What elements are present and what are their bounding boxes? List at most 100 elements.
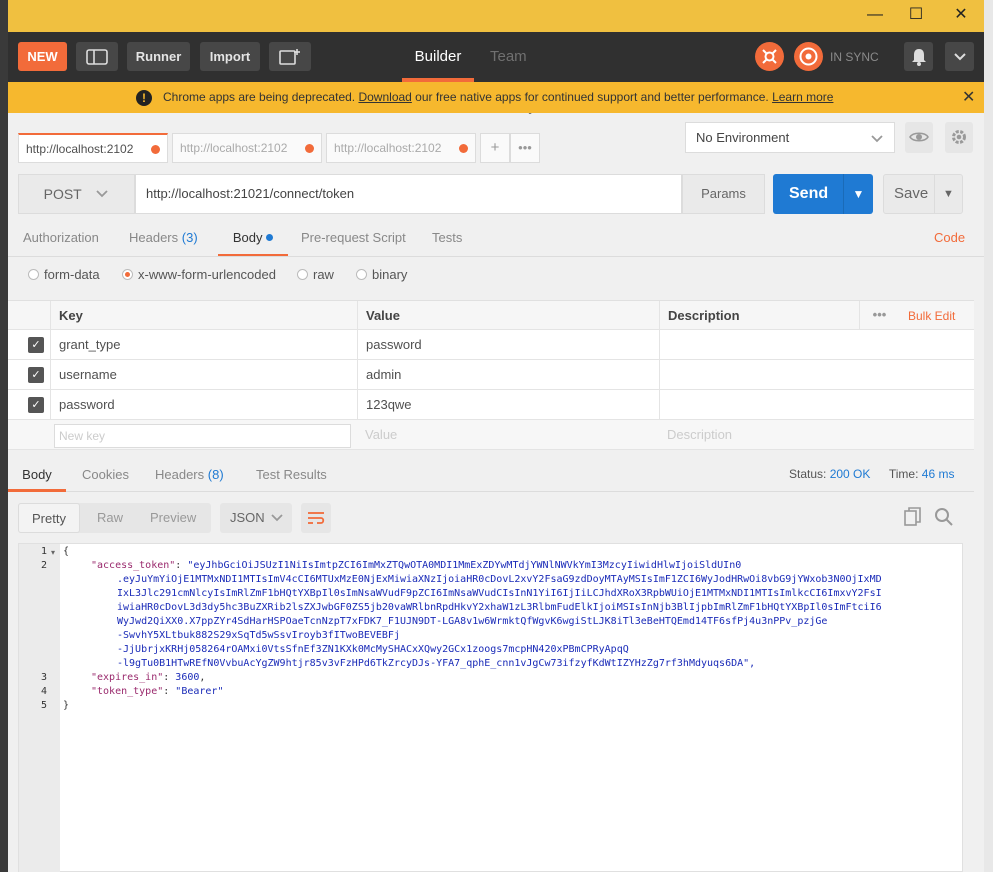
radio-binary[interactable]: binary (356, 264, 407, 286)
close-banner-icon[interactable]: ✕ (962, 82, 975, 113)
code-continuation: iwiaHR0cDovL3d3dy5hc3BuZXRib2lsZXJwbGF0Z… (117, 602, 882, 613)
banner-middle: our free native apps for continued suppo… (411, 90, 769, 104)
manage-environments-button[interactable] (945, 122, 973, 153)
request-tab-2[interactable]: http://localhost:2102 (172, 133, 322, 163)
environment-quick-look-button[interactable] (905, 122, 933, 153)
line-number-gutter: 1 ▾ 2 3 4 5 (19, 544, 60, 872)
tab-team-library[interactable]: Team Library (490, 32, 536, 115)
value-cell[interactable]: admin (357, 360, 659, 390)
chevron-down-icon (271, 514, 283, 522)
send-button[interactable]: Send ▼ (773, 174, 873, 214)
column-header-value: Value (357, 301, 659, 331)
code-continuation: -SwvhY5XLtbuk882S29xSqTd5wSsvIroyb3fITwo… (117, 630, 400, 641)
deprecation-banner: ! Chrome apps are being deprecated. Down… (8, 82, 984, 113)
import-button[interactable]: Import (200, 42, 260, 71)
maximize-button[interactable]: ☐ (901, 4, 931, 26)
tab-headers[interactable]: Headers (3) (129, 226, 198, 257)
environment-select[interactable]: No Environment (685, 122, 895, 153)
new-description-placeholder[interactable]: Description (659, 420, 859, 450)
key-cell[interactable]: password (50, 390, 357, 420)
code-line-token-type: "token_type": "Bearer" (91, 686, 224, 697)
send-options-chevron-icon[interactable]: ▼ (843, 174, 873, 214)
save-button[interactable]: Save ▼ (883, 174, 963, 214)
checkbox-checked-icon[interactable]: ✓ (28, 367, 44, 383)
tab-builder[interactable]: Builder (398, 32, 478, 82)
eye-icon (909, 132, 929, 142)
tab-tests[interactable]: Tests (432, 226, 462, 257)
sync-button[interactable] (794, 42, 823, 71)
response-tab-test-results[interactable]: Test Results (256, 467, 327, 482)
view-preview-button[interactable]: Preview (150, 503, 196, 533)
line-number: 2 (40, 560, 47, 571)
method-label: POST (43, 186, 82, 202)
response-tab-cookies[interactable]: Cookies (82, 467, 129, 482)
time-value[interactable]: 46 ms (922, 467, 955, 481)
format-label: JSON (230, 510, 265, 525)
code-line-access-token: "access_token": "eyJhbGciOiJSUzI1NiIsImt… (91, 560, 742, 571)
interceptor-button[interactable] (755, 42, 784, 71)
response-body-editor[interactable]: 1 ▾ 2 3 4 5 { "access_token": "eyJhbGciO… (18, 543, 963, 872)
description-cell[interactable] (659, 330, 974, 360)
save-options-chevron-icon[interactable]: ▼ (934, 175, 962, 213)
key-cell[interactable]: username (50, 360, 357, 390)
new-button[interactable]: NEW (18, 42, 67, 71)
title-bar: — ☐ ✕ (8, 0, 984, 32)
params-button[interactable]: Params (682, 174, 765, 214)
checkbox-checked-icon[interactable]: ✓ (28, 337, 44, 353)
more-options-icon[interactable]: ••• (859, 301, 899, 331)
bulk-edit-link[interactable]: Bulk Edit (908, 301, 955, 331)
close-window-button[interactable]: ✕ (946, 4, 976, 26)
method-select[interactable]: POST (18, 174, 135, 214)
chevron-down-icon (871, 135, 883, 143)
format-select[interactable]: JSON (220, 503, 292, 533)
tab-body[interactable]: Body (218, 226, 288, 257)
description-cell[interactable] (659, 360, 974, 390)
tab-headers-label: Headers (129, 230, 179, 245)
url-input[interactable]: http://localhost:21021/connect/token (135, 174, 682, 214)
fold-arrow-icon[interactable]: ▾ (51, 548, 55, 557)
minimize-button[interactable]: — (860, 4, 890, 26)
view-pretty-button[interactable]: Pretty (18, 503, 80, 533)
runner-button[interactable]: Runner (127, 42, 190, 71)
tab-authorization[interactable]: Authorization (23, 226, 99, 257)
checkbox-checked-icon[interactable]: ✓ (28, 397, 44, 413)
radio-raw[interactable]: raw (297, 264, 334, 286)
value-cell[interactable]: 123qwe (357, 390, 659, 420)
value-cell[interactable]: password (357, 330, 659, 360)
download-link[interactable]: Download (358, 90, 411, 104)
json-number: 3600 (175, 672, 200, 683)
add-tab-icon[interactable]: + (480, 133, 510, 163)
key-cell[interactable]: grant_type (50, 330, 357, 360)
chevron-down-icon (96, 190, 109, 198)
search-icon[interactable] (934, 507, 954, 532)
request-tab-1[interactable]: http://localhost:2102 (18, 133, 168, 163)
response-tab-body[interactable]: Body (8, 467, 66, 492)
json-key: "access_token" (91, 560, 176, 571)
wrap-lines-button[interactable] (301, 503, 331, 533)
tab-pre-request-script[interactable]: Pre-request Script (301, 226, 406, 257)
unsaved-dot-icon (305, 144, 314, 153)
settings-dropdown-button[interactable] (945, 42, 974, 71)
radio-x-www-form-urlencoded[interactable]: x-www-form-urlencoded (122, 264, 276, 286)
new-window-button[interactable] (269, 42, 311, 71)
request-tab-3[interactable]: http://localhost:2102 (326, 133, 476, 163)
response-headers-count: (8) (207, 467, 224, 482)
response-meta: Status: 200 OK Time: 46 ms (789, 467, 954, 481)
status-value[interactable]: 200 OK (830, 467, 871, 481)
new-key-input[interactable]: New key (54, 424, 351, 448)
view-raw-button[interactable]: Raw (97, 503, 123, 533)
request-tab-label: http://localhost:2102 (26, 142, 134, 156)
code-continuation: -l9gTu0B1HTwREfN0VvbuAcYgZW9htjr85v3vFzH… (117, 658, 756, 669)
sidebar-toggle-button[interactable] (76, 42, 118, 71)
generate-code-link[interactable]: Code (934, 230, 965, 245)
send-label: Send (789, 185, 829, 202)
notifications-button[interactable] (904, 42, 933, 71)
more-tabs-icon[interactable]: ••• (510, 133, 540, 163)
learn-more-link[interactable]: Learn more (772, 90, 833, 104)
request-tab-label: http://localhost:2102 (180, 141, 288, 155)
radio-form-data[interactable]: form-data (28, 264, 100, 286)
new-value-placeholder[interactable]: Value (357, 420, 659, 450)
description-cell[interactable] (659, 390, 974, 420)
copy-icon[interactable] (904, 507, 922, 532)
response-tab-headers[interactable]: Headers (8) (155, 467, 224, 482)
